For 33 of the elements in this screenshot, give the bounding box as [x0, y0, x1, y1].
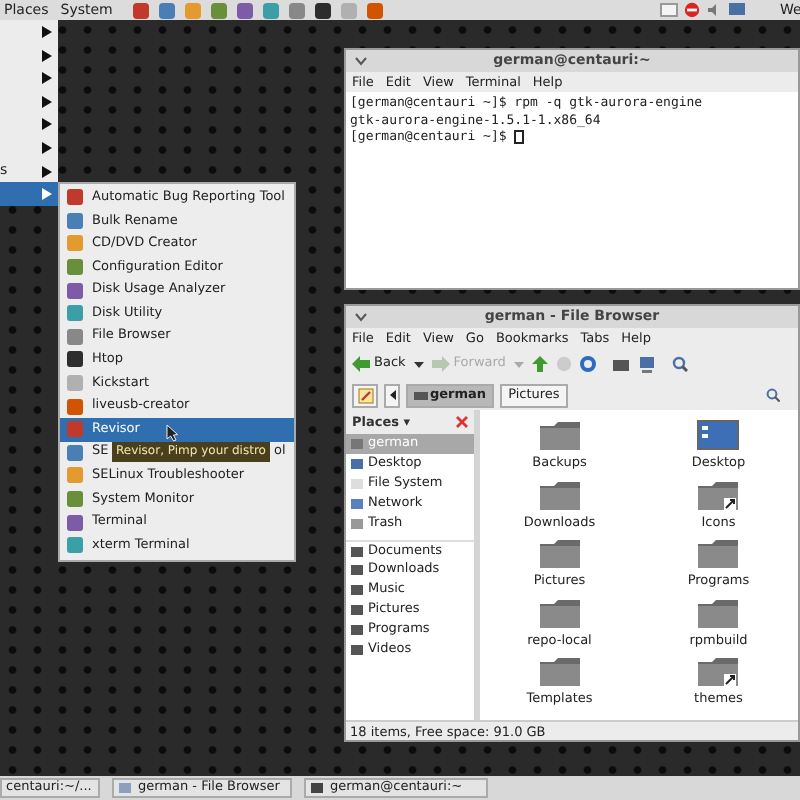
pointer-icon: [166, 424, 178, 442]
reload-icon[interactable]: [579, 356, 596, 372]
network-icon[interactable]: [728, 2, 746, 18]
window-icon: [310, 782, 324, 794]
window-icon: [118, 782, 132, 794]
path-scroll-button[interactable]: [384, 383, 400, 407]
pencil-icon: [357, 387, 373, 403]
search-icon[interactable]: [671, 356, 688, 372]
right-arrow-icon: [431, 356, 450, 372]
text-cursor: [514, 129, 525, 144]
folder-icon[interactable]: [694, 538, 743, 570]
left-arrow-icon: [389, 390, 395, 400]
stop-icon[interactable]: [684, 2, 700, 18]
zoom-icon[interactable]: [766, 388, 780, 402]
left-arrow-icon: [352, 356, 370, 372]
window-menu-icon[interactable]: [354, 56, 368, 66]
dropdown-arrow-icon[interactable]: [413, 361, 424, 367]
folder-icon[interactable]: [694, 479, 743, 511]
folder-icon[interactable]: [611, 357, 630, 371]
folder-icon[interactable]: [535, 479, 584, 511]
up-arrow-icon[interactable]: [531, 356, 548, 372]
desktop-icon[interactable]: [694, 420, 743, 452]
folder-icon[interactable]: [535, 656, 584, 688]
close-icon[interactable]: [456, 416, 468, 428]
folder-icon[interactable]: [535, 420, 584, 452]
edit-location-button[interactable]: [352, 383, 378, 407]
folder-icon[interactable]: [694, 656, 743, 688]
folder-icon[interactable]: [535, 538, 584, 570]
window-menu-icon[interactable]: [354, 312, 368, 322]
volume-icon[interactable]: [706, 2, 722, 18]
computer-icon[interactable]: [637, 355, 656, 373]
folder-icon[interactable]: [535, 597, 584, 629]
folder-icon[interactable]: [694, 597, 743, 629]
